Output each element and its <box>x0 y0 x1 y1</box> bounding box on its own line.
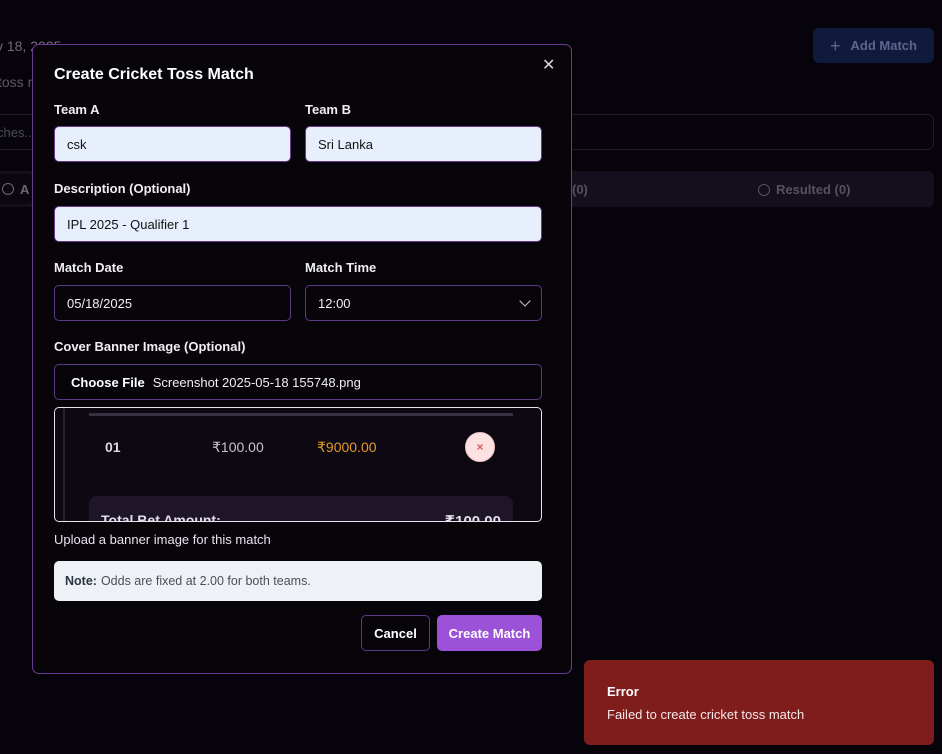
banner-preview: 01 ₹100.00 ₹9000.00 × Total Bet Amount: … <box>54 407 542 522</box>
add-match-button[interactable]: + Add Match <box>813 28 934 63</box>
team-a-input[interactable]: csk <box>54 126 291 162</box>
tab-middle[interactable]: (0) <box>572 182 588 197</box>
tab-active[interactable]: A <box>0 174 32 204</box>
note-prefix: Note: <box>65 574 97 588</box>
banner-file-input[interactable]: Choose File Screenshot 2025-05-18 155748… <box>54 364 542 400</box>
banner-label: Cover Banner Image (Optional) <box>54 339 246 354</box>
file-name: Screenshot 2025-05-18 155748.png <box>152 374 361 390</box>
preview-delete-icon: × <box>465 432 495 462</box>
team-a-label: Team A <box>54 102 100 117</box>
preview-row-number: 01 <box>105 439 121 455</box>
preview-total-box: Total Bet Amount: ₹100.00 <box>89 496 513 522</box>
preview-divider <box>89 413 513 416</box>
dialog-title: Create Cricket Toss Match <box>54 66 254 83</box>
team-b-label: Team B <box>305 102 351 117</box>
preview-divider <box>63 408 65 521</box>
description-label: Description (Optional) <box>54 181 191 196</box>
create-match-dialog: Create Cricket Toss Match ✕ Team A csk T… <box>32 44 572 674</box>
cancel-button[interactable]: Cancel <box>361 615 430 651</box>
preview-winnings: ₹9000.00 <box>317 439 377 455</box>
error-toast[interactable]: Error Failed to create cricket toss matc… <box>584 660 934 745</box>
tab-resulted-label: Resulted (0) <box>776 182 851 197</box>
team-b-input[interactable]: Sri Lanka <box>305 126 542 162</box>
add-match-label: Add Match <box>850 38 917 53</box>
search-placeholder: ches... <box>0 125 36 140</box>
tab-resulted[interactable]: Resulted (0) <box>758 182 850 197</box>
preview-amount: ₹100.00 <box>212 439 264 455</box>
match-date-input[interactable]: 05/18/2025 <box>54 285 291 321</box>
info-circle-icon <box>2 183 14 195</box>
toast-title: Error <box>607 684 639 699</box>
match-time-label: Match Time <box>305 260 377 275</box>
match-time-value: 12:00 <box>318 295 351 311</box>
toast-message: Failed to create cricket toss match <box>607 707 805 722</box>
plus-icon: + <box>830 35 841 56</box>
odds-note: Note: Odds are fixed at 2.00 for both te… <box>54 561 542 601</box>
preview-total-value: ₹100.00 <box>444 513 501 522</box>
tab-active-label: A <box>20 181 30 197</box>
chevron-down-icon <box>519 295 531 307</box>
banner-helper-text: Upload a banner image for this match <box>54 532 271 547</box>
note-text: Odds are fixed at 2.00 for both teams. <box>100 574 311 588</box>
create-match-button[interactable]: Create Match <box>437 615 542 651</box>
preview-total-label: Total Bet Amount: <box>101 512 221 522</box>
check-circle-icon <box>758 183 770 196</box>
match-date-label: Match Date <box>54 260 124 275</box>
description-input[interactable]: IPL 2025 - Qualifier 1 <box>54 206 542 242</box>
choose-file-button[interactable]: Choose File <box>71 375 145 390</box>
match-time-select[interactable]: 12:00 <box>305 285 542 321</box>
close-icon[interactable]: ✕ <box>542 58 555 74</box>
